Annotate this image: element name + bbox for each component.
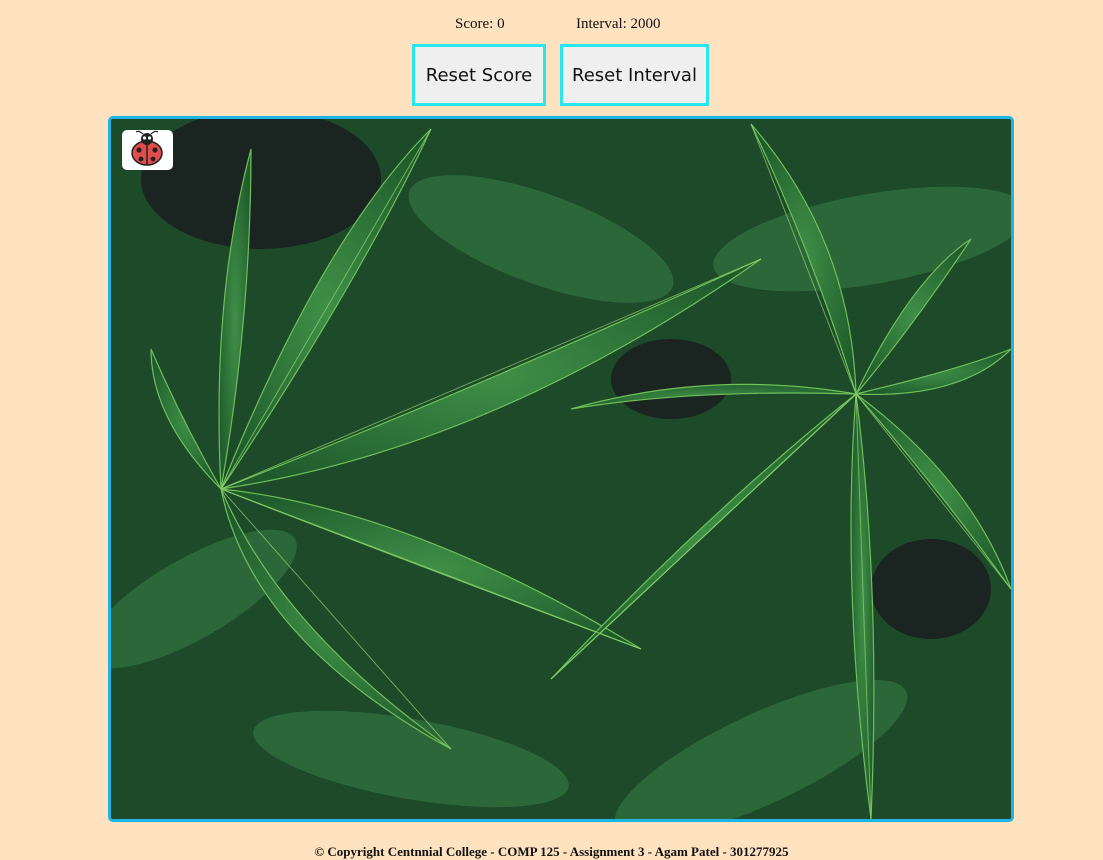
ladybug-target[interactable] xyxy=(122,130,173,170)
ladybug-icon xyxy=(131,130,163,166)
footer-copyright: © Copyright Centnnial College - COMP 125… xyxy=(314,844,789,859)
reset-interval-button[interactable]: Reset Interval xyxy=(560,44,709,106)
score-label: Score: 0 xyxy=(455,16,505,32)
interval-label: Interval: 2000 xyxy=(576,16,661,32)
leaves-background-image xyxy=(111,119,1011,819)
stats-bar: Score: 0 Interval: 2000 xyxy=(0,16,1103,36)
game-board[interactable] xyxy=(108,116,1014,822)
reset-score-button[interactable]: Reset Score xyxy=(412,44,546,106)
